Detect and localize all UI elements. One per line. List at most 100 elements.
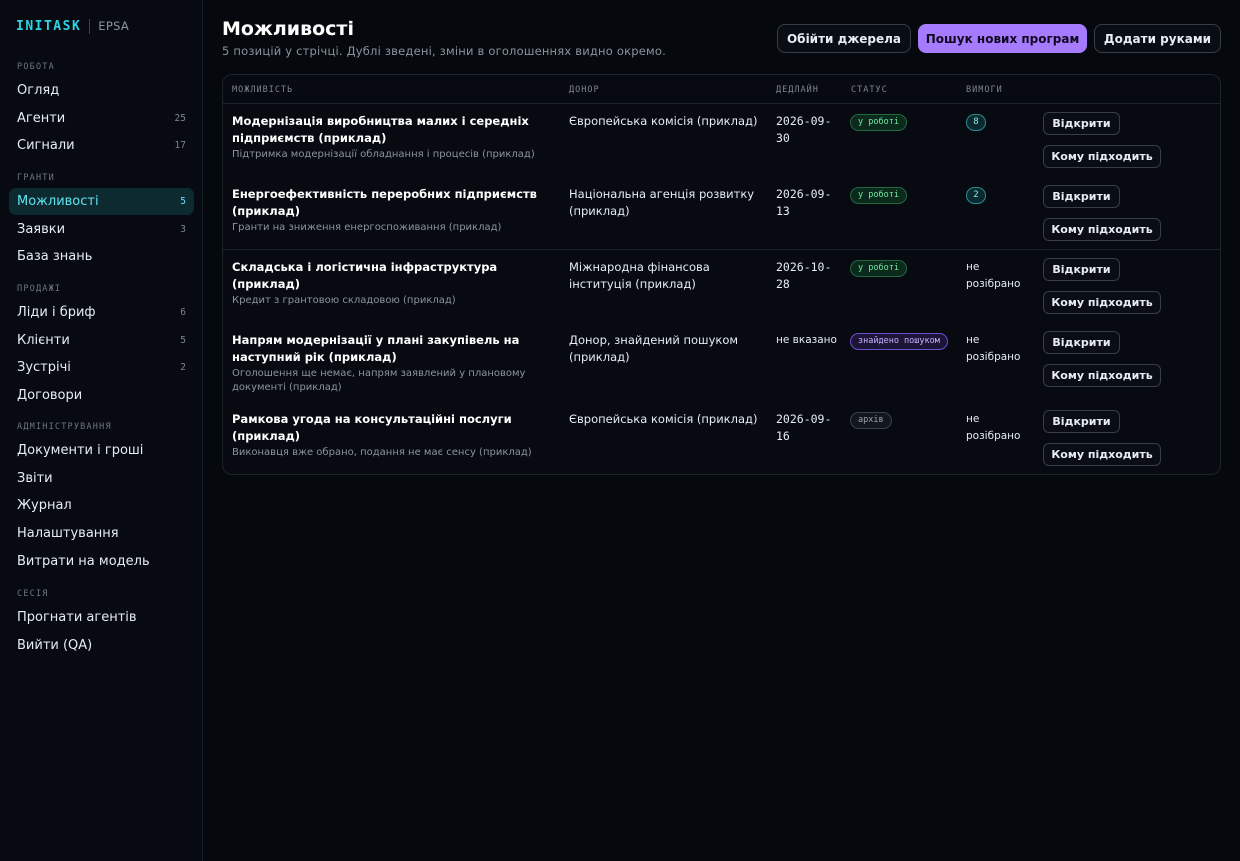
requirements-cell: 2 [966, 186, 986, 204]
sidebar-item-label: Витрати на модель [17, 553, 150, 569]
column-header-status: СТАТУС [851, 85, 888, 95]
sidebar-item[interactable]: Зустрічі 2 [9, 354, 194, 381]
brand-org: EPSA [98, 19, 130, 33]
nav-section-title: АДМІНІСТРУВАННЯ [17, 422, 112, 432]
sidebar-item[interactable]: Сигнали 17 [9, 132, 194, 159]
table-header-divider [223, 103, 1220, 104]
sidebar-item-label: Клієнти [17, 332, 70, 348]
opportunity-description: Гранти на зниження енергоспоживання (при… [232, 222, 502, 233]
deadline-cell: 2026-10-28 [776, 260, 832, 291]
sidebar-item[interactable]: Клієнти 5 [9, 327, 194, 354]
sidebar-item-label: Документи і гроші [17, 443, 144, 458]
sidebar-item-count: 5 [180, 196, 186, 207]
brand: INITASK EPSA [16, 18, 129, 34]
sidebar-item-count: 25 [174, 112, 186, 124]
deadline-cell: 2026-09-30 [776, 114, 832, 145]
page-subtitle: 5 позицій у стрічці. Дублі зведені, змін… [222, 44, 666, 58]
requirements-cell: не розібрано [966, 411, 1036, 445]
open-button[interactable]: Відкрити [1043, 331, 1120, 354]
sidebar-item-count: 17 [174, 140, 186, 152]
requirements-status: не розібрано [966, 261, 1021, 290]
opportunity-cell: Рамкова угода на консультаційні послуги … [232, 411, 552, 460]
opportunity-description: Оголошення ще немає, напрям заявлений у … [232, 368, 526, 393]
sidebar-item-label: Журнал [17, 498, 72, 514]
open-button[interactable]: Відкрити [1043, 410, 1120, 433]
sidebar-item-label: Договори [17, 388, 83, 404]
requirements-count-badge[interactable]: 8 [966, 113, 986, 131]
opportunity-title[interactable]: Складська і логістична інфраструктура (п… [232, 259, 552, 293]
opportunity-title[interactable]: Рамкова угода на консультаційні послуги … [232, 411, 552, 445]
sidebar-item[interactable]: Вийти (QA) [9, 632, 194, 659]
sidebar-item[interactable]: Налаштування [9, 520, 194, 547]
sidebar-item-label: Агенти [17, 110, 66, 126]
who-fits-button[interactable]: Кому підходить [1043, 145, 1161, 168]
deadline-cell: 2026-09-16 [776, 412, 832, 443]
open-button[interactable]: Відкрити [1043, 112, 1120, 135]
donor-cell: Європейська комісія (приклад) [569, 114, 758, 128]
nav-section-title: РОБОТА [17, 62, 55, 72]
sidebar-item[interactable]: База знань [9, 243, 194, 270]
opportunity-title[interactable]: Модернізація виробництва малих і середні… [232, 113, 552, 147]
sidebar-item[interactable]: Документи і гроші [9, 437, 194, 464]
sidebar-item-label: Огляд [17, 83, 60, 98]
open-button[interactable]: Відкрити [1043, 258, 1120, 281]
sidebar-item[interactable]: Витрати на модель [9, 548, 194, 575]
search-programs-button[interactable]: Пошук нових програм [918, 24, 1087, 53]
donor-cell: Міжнародна фінансова інституція (приклад… [569, 260, 710, 291]
open-button[interactable]: Відкрити [1043, 185, 1120, 208]
status-badge: у роботі [850, 114, 907, 131]
who-fits-button[interactable]: Кому підходить [1043, 364, 1161, 387]
sidebar: INITASK EPSA РОБОТА Огляд Агенти 25 Сигнали 1… [0, 0, 203, 861]
sidebar-item-label: Вийти (QA) [17, 637, 93, 653]
column-header-donor: ДОНОР [569, 85, 600, 95]
opportunity-description: Виконавця вже обрано, подання не має сен… [232, 447, 532, 458]
sidebar-item[interactable]: Договори [9, 382, 194, 409]
opportunity-title[interactable]: Енергоефективність переробних підприємст… [232, 186, 552, 220]
sidebar-item-label: Сигнали [17, 138, 75, 154]
column-header-opportunity: МОЖЛИВІСТЬ [232, 85, 294, 95]
status-cell: у роботі [850, 113, 907, 131]
requirements-status: не розібрано [966, 413, 1021, 442]
sidebar-item[interactable]: Агенти 25 [9, 105, 194, 132]
nav-section-title: ПРОДАЖІ [17, 284, 62, 294]
who-fits-button[interactable]: Кому підходить [1043, 291, 1161, 314]
sidebar-item[interactable]: Заявки 3 [9, 216, 194, 243]
opportunity-cell: Енергоефективність переробних підприємст… [232, 186, 552, 235]
brand-logo[interactable]: INITASK [16, 19, 81, 34]
who-fits-button[interactable]: Кому підходить [1043, 443, 1161, 466]
sidebar-item[interactable]: Ліди і бриф 6 [9, 299, 194, 326]
opportunities-table: МОЖЛИВІСТЬ ДОНОР ДЕДЛАЙН СТАТУС ВИМОГИ М… [222, 74, 1221, 475]
status-cell: знайдено пошуком [850, 332, 948, 350]
requirements-count-badge[interactable]: 2 [966, 186, 986, 204]
status-cell: у роботі [850, 259, 907, 277]
sidebar-item[interactable]: Журнал [9, 492, 194, 519]
deadline-cell: не вказано [776, 334, 837, 346]
sidebar-item[interactable]: Прогнати агентів [9, 604, 194, 631]
status-badge: у роботі [850, 260, 907, 277]
sidebar-item-count: 2 [180, 362, 186, 374]
sidebar-item-label: Заявки [17, 221, 66, 237]
requirements-cell: не розібрано [966, 259, 1036, 293]
opportunity-cell: Складська і логістична інфраструктура (п… [232, 259, 552, 308]
status-cell: у роботі [850, 186, 907, 204]
column-header-requirements: ВИМОГИ [966, 85, 1003, 95]
bypass-sources-button[interactable]: Обійти джерела [777, 24, 911, 53]
sidebar-item-label: Можливості [17, 194, 99, 209]
sidebar-item[interactable]: Звіти [9, 465, 194, 492]
brand-divider [89, 18, 91, 34]
who-fits-button[interactable]: Кому підходить [1043, 218, 1161, 241]
requirements-cell: 8 [966, 113, 986, 131]
sidebar-item[interactable]: Можливості 5 [9, 188, 194, 215]
status-badge: знайдено пошуком [850, 333, 948, 350]
column-header-deadline: ДЕДЛАЙН [776, 85, 819, 95]
opportunity-title[interactable]: Напрям модернізації у плані закупівель н… [232, 332, 552, 366]
status-badge: у роботі [850, 187, 907, 204]
requirements-cell: не розібрано [966, 332, 1036, 366]
nav-section-title: ГРАНТИ [17, 173, 55, 183]
opportunity-description: Кредит з грантовою складовою (приклад) [232, 295, 456, 306]
requirements-status: не розібрано [966, 334, 1021, 363]
add-manually-button[interactable]: Додати руками [1094, 24, 1221, 53]
sidebar-item[interactable]: Огляд [9, 77, 194, 104]
sidebar-item-label: Прогнати агентів [17, 610, 137, 625]
sidebar-item-label: База знань [17, 249, 93, 265]
